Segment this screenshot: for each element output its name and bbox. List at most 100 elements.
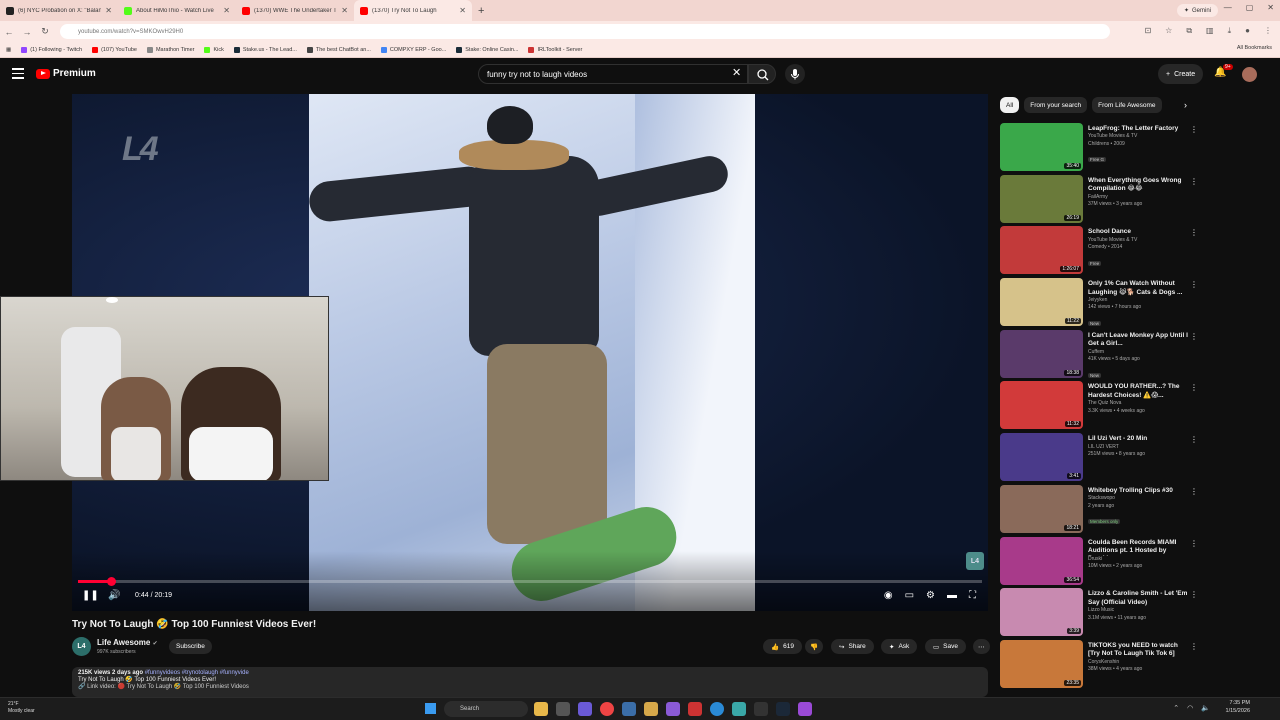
autoplay-toggle-icon[interactable]: ◉ [884, 590, 893, 601]
close-tab-icon[interactable]: ✕ [341, 6, 348, 15]
video-title[interactable]: Lil Uzi Vert - 20 Min [1088, 435, 1188, 443]
more-vertical-icon[interactable]: ⋮ [1190, 590, 1198, 599]
all-bookmarks[interactable]: All Bookmarks [1237, 45, 1272, 51]
account-avatar[interactable] [1242, 67, 1257, 82]
progress-bar[interactable] [78, 577, 982, 586]
recommended-video[interactable]: 26:19 When Everything Goes Wrong Compilat… [1000, 174, 1200, 227]
file-explorer-icon[interactable] [534, 702, 548, 716]
more-vertical-icon[interactable]: ⋮ [1190, 125, 1198, 134]
chip-all[interactable]: All [1000, 97, 1020, 113]
close-tab-icon[interactable]: ✕ [223, 6, 230, 15]
video-title[interactable]: I Can't Leave Monkey App Until I Get a G… [1088, 332, 1188, 349]
more-vertical-icon[interactable]: ⋮ [1190, 539, 1198, 548]
video-title[interactable]: LeapFrog: The Letter Factory [1088, 125, 1188, 133]
video-thumbnail[interactable]: 23:35 [1000, 639, 1083, 688]
download-icon[interactable]: ⤓ [1228, 26, 1232, 36]
bookmark-item[interactable]: Marathon Timer [146, 46, 194, 53]
channel-name[interactable]: Jeiyyken [1088, 297, 1188, 305]
recommended-video[interactable]: 23:35 TIKTOKS you NEED to watch [Try Not … [1000, 639, 1200, 692]
browser-tab[interactable]: (1370) WWE The Undertaker Th ✕ [236, 0, 354, 21]
steam-icon[interactable] [776, 702, 790, 716]
bookmark-item[interactable]: Kick [204, 46, 224, 53]
create-button[interactable]: + Create [1158, 64, 1204, 84]
video-thumbnail[interactable]: 18:21 [1000, 484, 1083, 533]
pause-icon[interactable]: ❚❚ [82, 590, 99, 601]
weather-widget[interactable]: 21°F Mostly clear [8, 701, 35, 714]
app-icon[interactable] [798, 702, 812, 716]
video-title[interactable]: Whiteboy Trolling Clips #30 [1088, 487, 1188, 495]
menu-icon[interactable]: ⋮ [1264, 26, 1272, 36]
youtube-logo[interactable]: Premium [36, 68, 96, 79]
channel-name[interactable]: Stackswopo [1088, 495, 1188, 503]
search-input[interactable]: funny try not to laugh videos [478, 64, 748, 84]
video-title[interactable]: Coulda Been Records MIAMI Auditions pt. … [1088, 539, 1188, 556]
maximize-icon[interactable]: ▢ [1246, 3, 1254, 12]
recommended-video[interactable]: 11:32 WOULD YOU RATHER...? The Hardest Ch… [1000, 381, 1200, 433]
chevron-up-icon[interactable]: ⌃ [1173, 704, 1179, 712]
video-title[interactable]: WOULD YOU RATHER...? The Hardest Choices… [1088, 383, 1188, 400]
video-title[interactable]: Only 1% Can Watch Without Laughing 😹🐕 Ca… [1088, 280, 1188, 297]
share-button[interactable]: ↪ Share [831, 639, 874, 654]
forward-icon[interactable]: → [18, 27, 36, 37]
video-title[interactable]: Lizzo & Caroline Smith - Let 'Em Say (Of… [1088, 590, 1188, 607]
channel-name[interactable]: YouTube Movies & TV [1088, 133, 1188, 141]
video-title[interactable]: School Dance [1088, 228, 1188, 236]
back-icon[interactable]: ← [0, 27, 18, 37]
more-vertical-icon[interactable]: ⋮ [1190, 332, 1198, 341]
more-vertical-icon[interactable]: ⋮ [1190, 280, 1198, 289]
video-thumbnail[interactable]: 1:26:07 [1000, 226, 1083, 275]
search-button[interactable] [748, 64, 776, 84]
terminal-icon[interactable] [754, 702, 768, 716]
bookmark-item[interactable]: (107) YouTube [92, 46, 137, 53]
clock[interactable]: 7:35 PM 1/15/2026 [1226, 700, 1250, 715]
browser-tab-active[interactable]: (1370) Try Not To Laugh ✕ [354, 0, 472, 21]
video-thumbnail[interactable]: 11:22 [1000, 278, 1083, 327]
dislike-button[interactable]: 👎 [805, 639, 824, 654]
recommended-video[interactable]: 11:22 Only 1% Can Watch Without Laughing … [1000, 278, 1200, 330]
gemini-button[interactable]: ✦ Gemini [1176, 4, 1218, 17]
chip-from-channel[interactable]: From Life Awesome [1092, 97, 1162, 113]
channel-name[interactable]: FailArmy [1088, 194, 1188, 202]
close-tab-icon[interactable]: ✕ [459, 6, 466, 15]
taskbar-search[interactable]: Search [444, 701, 528, 717]
profile-icon[interactable]: ● [1245, 26, 1250, 36]
edge-icon[interactable] [710, 702, 724, 716]
browser-tab[interactable]: About HiMoThio - Watch Live ✕ [118, 0, 236, 21]
subscribe-button[interactable]: Subscribe [169, 639, 212, 654]
reload-icon[interactable]: ↻ [36, 26, 54, 37]
more-actions-button[interactable]: ⋯ [973, 639, 990, 654]
video-thumbnail[interactable]: 3:41 [1000, 433, 1083, 482]
app-icon[interactable] [666, 702, 680, 716]
channel-name[interactable]: CorysKenshin [1088, 659, 1188, 667]
bookmark-star-icon[interactable]: ☆ [1165, 26, 1172, 36]
speaker-icon[interactable]: 🔈 [1201, 704, 1210, 712]
fullscreen-icon[interactable]: ⛶ [969, 590, 976, 601]
bookmark-item[interactable]: (1) Following - Twitch [21, 46, 82, 53]
volume-icon[interactable]: 🔊 [108, 590, 120, 601]
settings-gear-icon[interactable]: ⚙ [926, 590, 935, 601]
like-button[interactable]: 👍 619 [763, 639, 802, 654]
theater-mode-icon[interactable]: ▬ [947, 590, 957, 601]
video-thumbnail[interactable]: 35:40 [1000, 123, 1083, 171]
channel-name[interactable]: Life Awesome ✔ [97, 638, 158, 647]
chrome-icon[interactable] [600, 702, 614, 716]
video-title[interactable]: When Everything Goes Wrong Compilation 😂… [1088, 177, 1188, 194]
app-icon[interactable] [556, 702, 570, 716]
bookmark-item[interactable]: The best ChatBot an... [306, 46, 371, 53]
video-thumbnail[interactable]: 18:38 [1000, 329, 1083, 378]
bookmark-item[interactable]: COMPXY ERP - Goo... [380, 46, 446, 53]
windows-start-icon[interactable] [425, 703, 436, 714]
browser-tab[interactable]: (6) NYC Probation on X: "Balan ✕ [0, 0, 118, 21]
video-thumbnail[interactable]: 3:39 [1000, 588, 1083, 637]
wifi-icon[interactable]: ◠ [1187, 704, 1193, 712]
app-icon[interactable] [732, 702, 746, 716]
recommended-video[interactable]: 3:41 Lil Uzi Vert - 20 Min LIL UZI VERT 251… [1000, 433, 1200, 485]
more-vertical-icon[interactable]: ⋮ [1190, 642, 1198, 651]
channel-name[interactable]: YouTube Movies & TV [1088, 237, 1188, 245]
channel-name[interactable]: Cuffem [1088, 349, 1188, 357]
more-vertical-icon[interactable]: ⋮ [1190, 487, 1198, 496]
app-icon[interactable] [644, 702, 658, 716]
channel-name[interactable]: The Quiz Nova [1088, 400, 1188, 408]
recommended-video[interactable]: 1:26:07 School Dance YouTube Movies & TV Co… [1000, 226, 1200, 278]
app-icon[interactable] [622, 702, 636, 716]
